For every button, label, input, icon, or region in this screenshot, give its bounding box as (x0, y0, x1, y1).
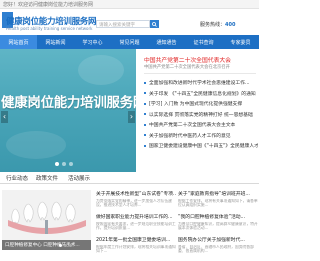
article-item[interactable]: “我的口腔种植修复体验”活动... 为普及口腔健康知识，提高群众健康意识，特开展… (178, 213, 258, 236)
site-logo-subtitle: Health post ability training service net… (6, 26, 93, 31)
main-nav: 网站首页 网站新闻 学习中心 常见问题 通知通告 证书查询 专家委员 (0, 35, 259, 49)
article-snippet: 根据工作安排，现将有关事项通知如下，请各单位认真组织实施... (178, 198, 258, 208)
carousel-dot[interactable] (64, 244, 67, 247)
article-snippet: 为普及口腔健康知识，提高群众健康意识，特开展本次体验活动... (178, 221, 258, 231)
article-item[interactable]: 关于“家庭教育指导”培训班开班... 根据工作安排，现将有关事项通知如下，请各单… (178, 190, 258, 213)
banner-title: 健康岗位能力培训服务网 (1, 96, 136, 111)
section-tabs: 行业动态 政策文件 活动展示 (0, 172, 259, 184)
headline-link[interactable]: 中国共产党第二十次全国代表大会 (144, 55, 258, 64)
carousel-dot[interactable] (62, 162, 66, 166)
carousel-dot[interactable] (69, 244, 72, 247)
carousel-dots (55, 162, 73, 166)
nav-item-home[interactable]: 网站首页 (0, 35, 37, 49)
search-input[interactable]: 请输入搜索关键字 (96, 20, 150, 28)
article-item[interactable]: 国务院办公厅关于加强新时代... 各省、自治区、直辖市人民政府，国务院各部委、各… (178, 236, 258, 259)
chevron-left-icon[interactable]: ‹ (1, 111, 8, 123)
article-title[interactable]: 国务院办公厅关于加强新时代... (178, 236, 258, 243)
hotline-number: 400 (225, 22, 236, 28)
nav-item-certificate[interactable]: 证书查询 (185, 35, 222, 49)
chevron-right-icon[interactable]: › (128, 111, 135, 123)
nav-item-faq[interactable]: 常见问题 (111, 35, 148, 49)
hotline-label: 服务热线： (200, 22, 226, 28)
news-list: 全面加强和改进新时代学术社会思维建设工作... 关于印发 《"十四五"全民健康信… (144, 79, 258, 153)
nav-item-experts[interactable]: 专家委员 (222, 35, 259, 49)
carousel-dot[interactable] (69, 162, 73, 166)
teeth-implant-image (2, 190, 91, 240)
article-title[interactable]: 2021年第一批全国康卫健委培训... (96, 236, 176, 243)
carousel-dot[interactable] (55, 162, 59, 166)
news-item[interactable]: 以实际选择 贯彻落实党的精神打好 统一思想基础 (144, 111, 258, 122)
article-title[interactable]: 做好国家职业能力提升培训工作的... (96, 213, 176, 220)
article-title[interactable]: 关于开展技术性新型“山东试卷”专项... (96, 190, 176, 197)
article-grid: 关于开展技术性新型“山东试卷”专项... 为贯彻落实党的精神，进一步加强人才队伍… (94, 188, 259, 261)
headline-summary: 中国共产党第二十次全国代表大会在北京召开 (144, 65, 230, 70)
tab-industry-news[interactable]: 行业动态 (6, 174, 28, 182)
hero-banner[interactable]: 健康岗位能力培训服务网 ‹ › (0, 49, 136, 172)
article-item[interactable]: 做好国家职业能力提升培训工作的... 按照国家有关要求，进一步规范职业技能培训工… (96, 213, 176, 236)
search-icon (152, 21, 157, 27)
news-item[interactable]: 关于加强新时代中医药人才工作的意见 (144, 132, 258, 143)
tab-events[interactable]: 活动展示 (68, 174, 90, 182)
search-placeholder: 请输入搜索关键字 (99, 23, 135, 28)
article-item[interactable]: 关于开展技术性新型“山东试卷”专项... 为贯彻落实党的精神，进一步加强人才队伍… (96, 190, 176, 213)
banner-decoration (78, 55, 124, 85)
article-title[interactable]: 关于“家庭教育指导”培训班开班... (178, 190, 258, 197)
carousel-dot[interactable] (59, 244, 62, 247)
article-title[interactable]: “我的口腔种植修复体验”活动... (178, 213, 258, 220)
welcome-text: 您好！欢迎访问健康岗位能力培训服务网 (3, 2, 94, 8)
hotline: 服务热线：400 (200, 21, 235, 28)
article-snippet: 为贯彻落实党的精神，进一步加强人才队伍建设，推进技术型人才培养... (96, 198, 172, 208)
featured-image[interactable]: 口腔种植修复中心 口腔种植牙手术... (2, 190, 91, 250)
news-item[interactable]: [学习] 入门致 为中国式现代化提供强健支撑 (144, 100, 258, 111)
featured-caption-bar: 口腔种植修复中心 口腔种植牙手术... (2, 240, 91, 250)
featured-dots (59, 244, 72, 247)
news-item[interactable]: 中国共产党第二十次全国代表大会主文本 (144, 121, 258, 132)
divider (144, 73, 256, 74)
search-button[interactable] (150, 20, 159, 28)
news-item[interactable]: 关于印发 《"十四五"全民健康信息化规划》的通知 (144, 90, 258, 101)
news-item[interactable]: 全面加强和改进新时代学术社会思维建设工作... (144, 79, 258, 90)
tab-policy-docs[interactable]: 政策文件 (36, 174, 58, 182)
article-item[interactable]: 2021年第一批全国康卫健委培训... 根据年度工作计划安排，现将相关培训事项通… (96, 236, 176, 259)
banner-decoration (6, 131, 66, 159)
top-bar: 您好！欢迎访问健康岗位能力培训服务网 (0, 0, 259, 9)
nav-item-news[interactable]: 网站新闻 (37, 35, 74, 49)
nav-item-notices[interactable]: 通知通告 (148, 35, 185, 49)
news-item[interactable]: 国家卫健委建设健康中国《"十四五"》全民健康人才发展 (144, 142, 258, 153)
article-snippet: 根据年度工作计划安排，现将相关培训事项通知如下... (96, 244, 176, 254)
nav-item-learning[interactable]: 学习中心 (74, 35, 111, 49)
article-snippet: 各省、自治区、直辖市人民政府，国务院各部委、各直属机构... (178, 244, 254, 254)
news-panel: 中国共产党第二十次全国代表大会 中国共产党第二十次全国代表大会在北京召开 全面加… (140, 49, 259, 172)
article-snippet: 按照国家有关要求，进一步规范职业技能培训工作，提升培训质量... (96, 221, 176, 231)
site-header: 健康岗位能力培训服务网 Health post ability training… (0, 9, 259, 35)
